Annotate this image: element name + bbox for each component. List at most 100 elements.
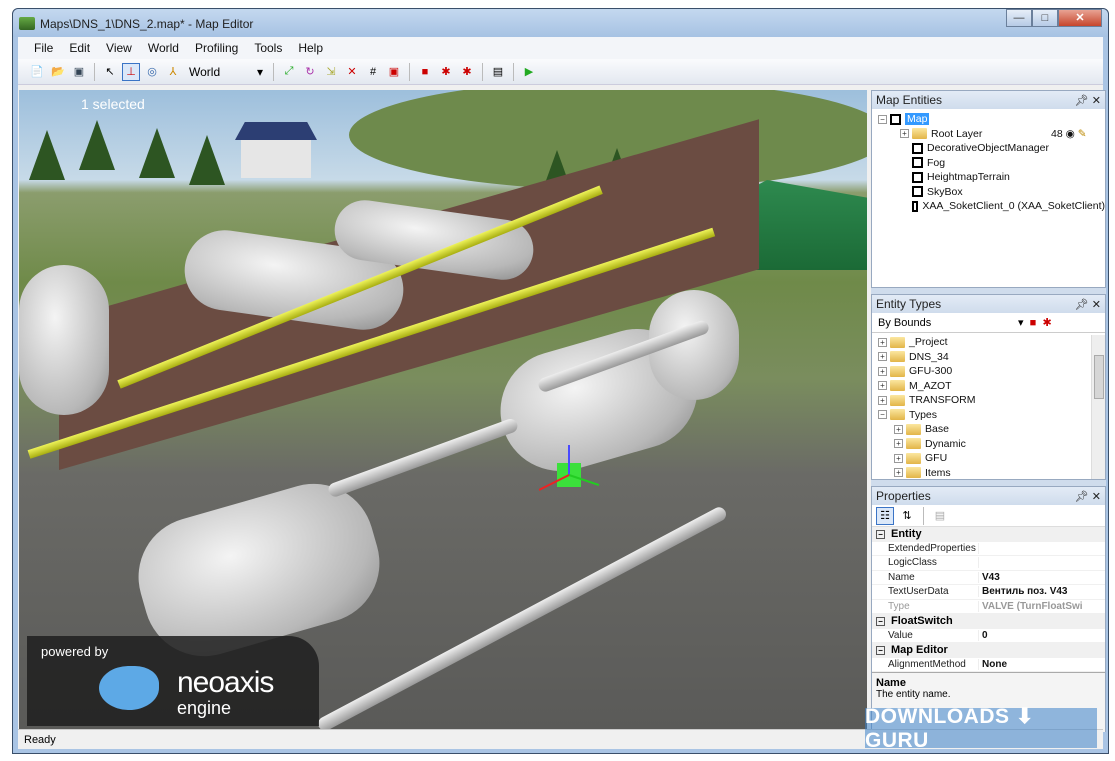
type-tree-item[interactable]: + Items [878,466,1105,481]
expand-icon[interactable]: + [878,352,887,362]
tree-item[interactable]: XAA_SoketClient_0 (XAA_SoketClient) [878,199,1105,214]
property-row[interactable]: TextUserData Вентиль поз. V43 [872,585,1105,600]
property-category[interactable]: − Entity [872,527,1105,542]
tree-item[interactable]: HeightmapTerrain [878,170,1105,185]
window-title: Maps\DNS_1\DNS_2.map* - Map Editor [40,17,254,31]
property-row[interactable]: AlignmentMethod None [872,658,1105,672]
property-category[interactable]: − FloatSwitch [872,614,1105,629]
menu-file[interactable]: File [26,41,61,55]
3d-viewport[interactable]: 1 selected powered by neoaxis engine [19,90,867,732]
focus-selection-icon[interactable]: ▣ [385,63,403,81]
sort-alphabetical-icon[interactable]: ⇅ [898,507,916,525]
properties-icon[interactable]: ▤ [489,63,507,81]
expand-icon[interactable]: + [894,453,903,463]
property-category[interactable]: − Map Editor [872,643,1105,658]
snap-move-icon[interactable]: ⤢ [280,63,298,81]
property-row[interactable]: LogicClass [872,556,1105,571]
menu-bar: File Edit View World Profiling Tools Hel… [18,37,1103,59]
menu-view[interactable]: View [98,41,140,55]
scrollbar[interactable] [1091,335,1105,479]
property-grid[interactable]: − Entity ExtendedProperties LogicClass Name V… [872,527,1105,672]
property-value[interactable]: V43 [979,572,1000,583]
tree-item[interactable]: DecorativeObjectManager [878,141,1105,156]
menu-tools[interactable]: Tools [246,41,290,55]
create-entity-icon[interactable]: ■ [416,63,434,81]
run-icon[interactable]: ▶ [520,63,538,81]
type-tree-item[interactable]: + TRANSFORM [878,393,1105,408]
pin-icon[interactable]: 📌︎ [1075,491,1089,503]
property-row[interactable]: Name V43 [872,571,1105,585]
rotate-tool-icon[interactable]: ◎ [143,63,161,81]
collapse-icon[interactable]: − [876,645,885,655]
menu-world[interactable]: World [140,41,187,55]
maximize-button[interactable]: □ [1032,9,1058,27]
pin-icon[interactable]: 📌︎ [1075,95,1089,107]
select-pointer-icon[interactable]: ↖ [101,63,119,81]
property-value[interactable]: Вентиль поз. V43 [979,586,1067,597]
menu-profiling[interactable]: Profiling [187,41,246,55]
expand-icon[interactable]: + [878,395,887,405]
filter-dropdown[interactable]: By Bounds ▾ ■ ✱ [872,313,1105,333]
expand-icon[interactable]: + [878,366,887,376]
checkbox[interactable] [912,142,923,154]
property-value[interactable]: None [979,659,1007,670]
type-tree-item[interactable]: − Types [878,408,1105,423]
clone-entity-icon[interactable]: ✱ [437,63,455,81]
pin-icon[interactable]: 📌︎ [1075,299,1089,311]
type-tree-item[interactable]: + DNS_34 [878,350,1105,365]
tree-item-map[interactable]: − Map [878,112,1105,127]
property-value[interactable]: VALVE (TurnFloatSwi [979,601,1083,612]
expand-icon[interactable]: + [878,337,887,347]
categorized-view-icon[interactable]: ☷ [876,506,894,525]
open-folder-icon[interactable]: 📂 [49,63,67,81]
property-row[interactable]: ExtendedProperties [872,542,1105,556]
checkbox[interactable] [912,200,919,212]
property-pages-icon[interactable]: ▤ [931,507,949,525]
coordinate-space-dropdown[interactable]: World ▾ [185,63,267,81]
property-row[interactable]: Type VALVE (TurnFloatSwi [872,600,1105,614]
checkbox[interactable] [912,186,923,198]
close-panel-icon[interactable]: ✕ [1092,491,1101,503]
save-icon[interactable]: ▣ [70,63,88,81]
snap-rotate-icon[interactable]: ↻ [301,63,319,81]
type-tree-item[interactable]: + GFU [878,451,1105,466]
move-tool-icon[interactable]: ⊥ [122,62,140,81]
create-type-icon[interactable]: ■ [1030,317,1037,329]
entity-tool-icon[interactable]: ✱ [458,63,476,81]
menu-edit[interactable]: Edit [61,41,98,55]
tree-item-root-layer[interactable]: + Root Layer 48 ◉ ✎ [878,127,1105,142]
transform-gizmo[interactable] [539,445,599,505]
type-tree-item[interactable]: + Dynamic [878,437,1105,452]
property-row[interactable]: Value 0 [872,629,1105,643]
grid-icon[interactable]: # [364,63,382,81]
edit-layer-icon[interactable]: ✎ [1078,128,1087,140]
type-options-icon[interactable]: ✱ [1042,316,1051,329]
type-tree-item[interactable]: + Base [878,422,1105,437]
checkbox[interactable] [890,113,901,125]
checkbox[interactable] [912,157,923,169]
expand-icon[interactable]: + [894,424,903,434]
collapse-icon[interactable]: − [876,529,885,539]
new-file-icon[interactable]: 📄 [28,63,46,81]
expand-icon[interactable]: + [878,381,887,391]
expand-icon[interactable]: + [894,439,903,449]
type-tree-item[interactable]: + M_AZOT [878,379,1105,394]
checkbox[interactable] [912,171,923,183]
snap-scale-icon[interactable]: ⇲ [322,63,340,81]
menu-help[interactable]: Help [290,41,331,55]
close-panel-icon[interactable]: ✕ [1092,95,1101,107]
type-tree-item[interactable]: + _Project [878,335,1105,350]
eye-visibility-icon[interactable]: ◉ [1066,128,1075,140]
expand-icon[interactable]: + [894,468,903,478]
collapse-icon[interactable]: − [876,616,885,626]
scale-tool-icon[interactable]: ⅄ [164,63,182,81]
minimize-button[interactable]: — [1006,9,1032,27]
close-panel-icon[interactable]: ✕ [1092,299,1101,311]
transform-options-icon[interactable]: ✕ [343,63,361,81]
property-value[interactable]: 0 [979,630,988,641]
close-button[interactable]: ✕ [1058,9,1102,27]
tree-item[interactable]: SkyBox [878,185,1105,200]
collapse-icon[interactable]: − [878,410,887,420]
type-tree-item[interactable]: + GFU-300 [878,364,1105,379]
tree-item[interactable]: Fog [878,156,1105,171]
